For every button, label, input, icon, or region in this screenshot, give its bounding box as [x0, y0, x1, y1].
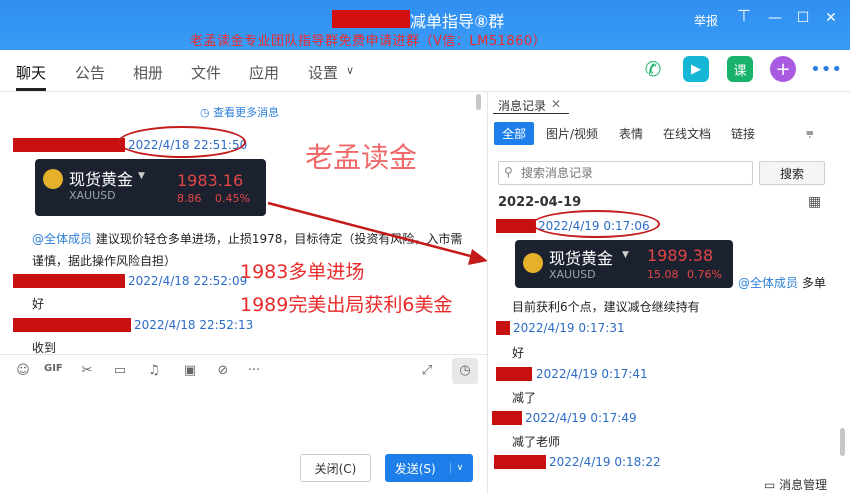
message-text: 减了老师 [512, 435, 561, 449]
quote-change: 15.08 [647, 268, 679, 281]
filter-links[interactable]: 链接 [731, 125, 755, 142]
annotation-ellipse [532, 210, 660, 238]
quote-name: 现货黄金 [549, 249, 614, 268]
caret-icon: ▼ [622, 250, 629, 260]
manage-label: 消息管理 [779, 478, 828, 492]
message-time: 2022/4/19 0:17:31 [513, 321, 625, 335]
send-button[interactable]: 发送(S) ∨ [385, 454, 473, 482]
search-button[interactable]: 搜索 [759, 161, 825, 185]
gif-icon[interactable]: GIF [44, 363, 63, 379]
mention-all[interactable]: @全体成员 [738, 276, 798, 290]
send-options-icon[interactable]: ∨ [449, 463, 463, 473]
search-input[interactable] [521, 163, 741, 183]
scissors-icon[interactable]: ✂ [78, 363, 96, 379]
folder-icon[interactable]: ▭ [111, 363, 129, 379]
history-panel: 消息记录 ✕ 全部 图片/视频 表情 在线文档 链接 ⩦ ⚲ 搜索 2022-0… [487, 92, 850, 494]
more-tools-icon[interactable]: ··· [245, 363, 263, 379]
redacted-sender [494, 455, 546, 469]
message-text: 目前获利6个点，建议减仓继续持有 [512, 300, 700, 314]
message-time: 2022/4/19 0:17:41 [536, 367, 648, 381]
calendar-icon[interactable]: ▦ [808, 194, 821, 210]
music-icon[interactable]: ♫ [145, 363, 163, 379]
message-time: 2022/4/19 0:17:49 [525, 411, 637, 425]
close-button[interactable]: 关闭(C) [300, 454, 371, 482]
redacted-sender [492, 411, 522, 425]
message-time: 2022/4/19 0:18:22 [549, 455, 661, 469]
search-icon: ⚲ [504, 165, 513, 179]
message-tail: 多单 [801, 276, 826, 290]
filter-docs[interactable]: 在线文档 [663, 125, 711, 142]
filter-emoji[interactable]: 表情 [619, 125, 643, 142]
message-input[interactable]: 关闭(C) 发送(S) ∨ [0, 386, 487, 494]
history-tab-underline [493, 113, 569, 114]
message-text: 好 [512, 346, 525, 360]
message-text: @全体成员 多单 [738, 274, 826, 291]
quote-symbol: XAUUSD [549, 268, 596, 281]
send-label: 发送(S) [394, 461, 436, 476]
history-scrollbar[interactable] [840, 428, 845, 456]
filter-all[interactable]: 全部 [494, 122, 535, 145]
gold-coin-icon [523, 253, 543, 273]
quote-price: 1989.38 [647, 246, 714, 265]
history-search[interactable]: ⚲ [498, 161, 753, 185]
input-toolbar: ☺ GIF ✂ ▭ ♫ ▣ ⊘ ··· ⤢ ◷ [0, 354, 487, 386]
manage-icon: ▭ [764, 478, 780, 492]
emoji-icon[interactable]: ☺ [14, 363, 32, 379]
gold-quote-card[interactable]: 现货黄金 ▼ XAUUSD 1989.38 15.08 0.76% [515, 240, 733, 288]
mute-icon[interactable]: ⊘ [214, 363, 232, 379]
message-manage-link[interactable]: ▭ 消息管理 [764, 476, 827, 493]
quote-percent: 0.76% [687, 268, 722, 281]
history-tab[interactable]: 消息记录 [498, 97, 546, 114]
history-clock-icon[interactable]: ◷ [452, 358, 478, 384]
filter-sort-icon[interactable]: ⩦ [806, 125, 814, 140]
date-header: 2022-04-19 [498, 195, 582, 210]
image-icon[interactable]: ▣ [181, 363, 199, 379]
redacted-sender [496, 219, 536, 233]
filter-media[interactable]: 图片/视频 [546, 125, 598, 142]
redacted-sender [496, 367, 532, 381]
message-text: 减了 [512, 391, 537, 405]
redacted-sender [496, 321, 510, 335]
expand-icon[interactable]: ⤢ [418, 363, 436, 379]
close-history-icon[interactable]: ✕ [551, 97, 561, 111]
